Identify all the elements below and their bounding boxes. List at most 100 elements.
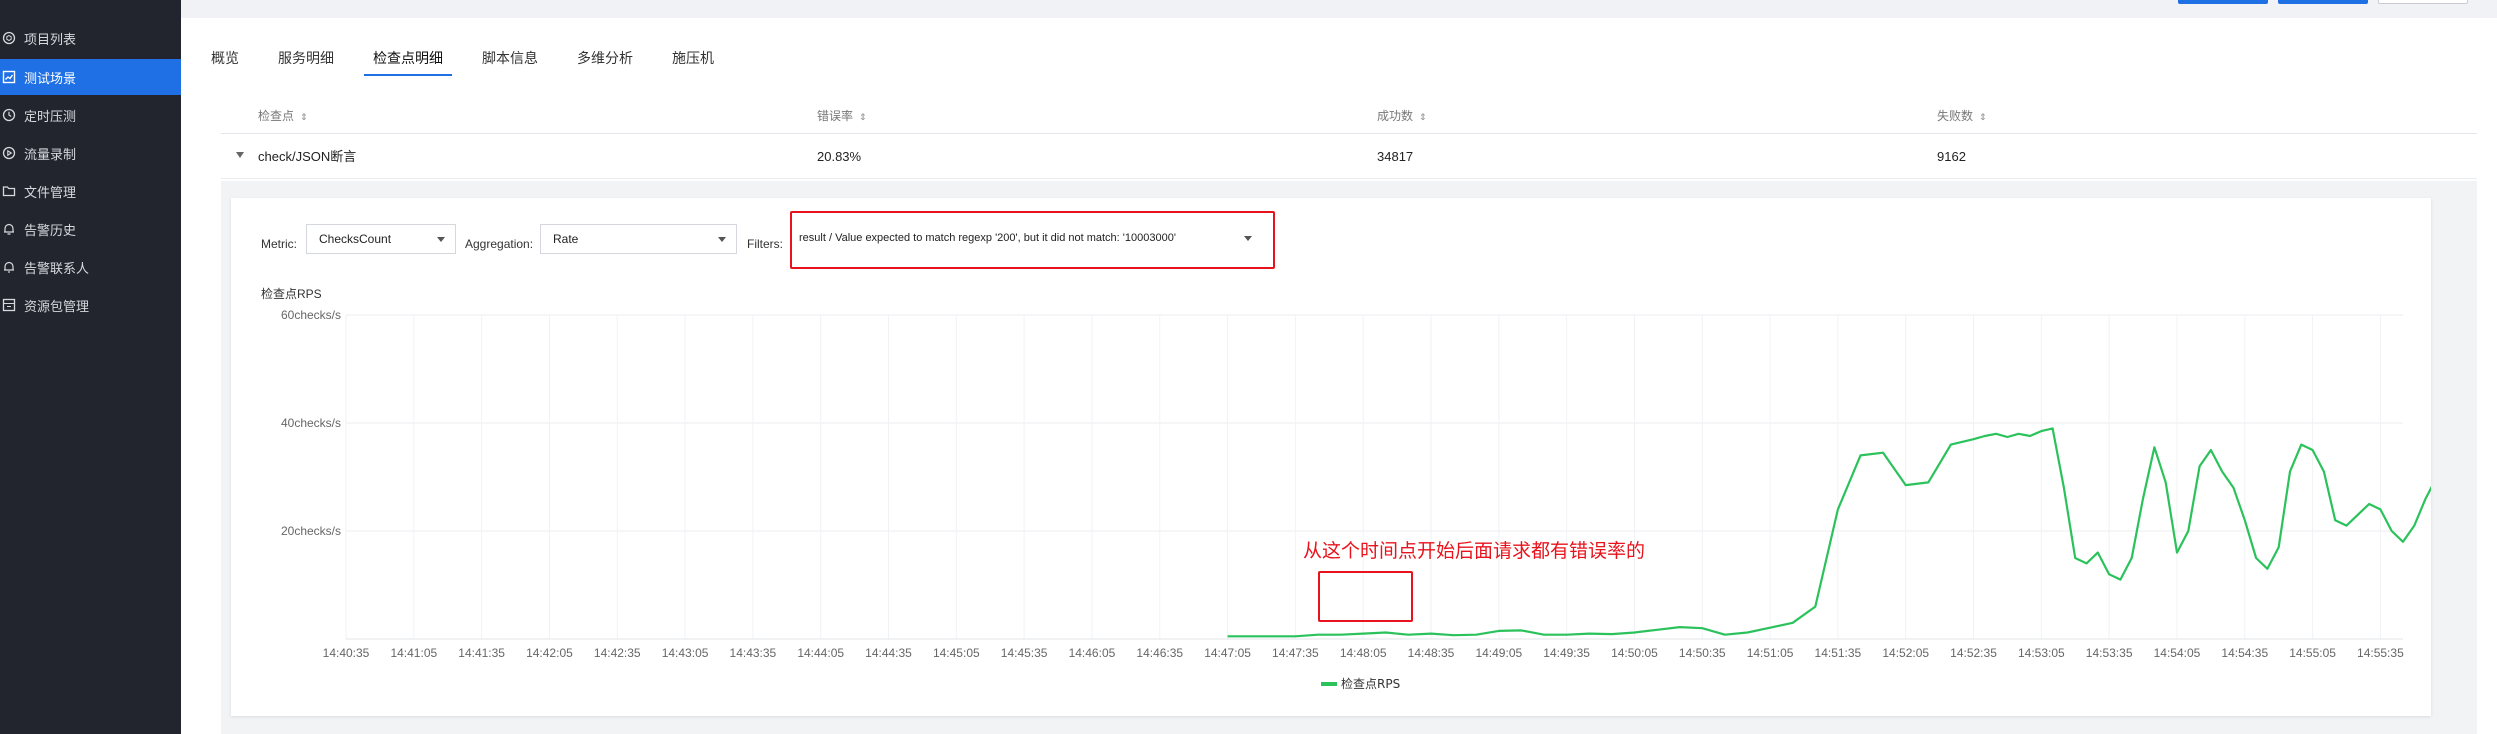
- x-tick-label: 14:51:05: [1747, 646, 1794, 660]
- bell-history-icon: [1, 221, 17, 237]
- expanded-row-detail: 60checks/s 40checks/s 20checks/s 14:40:35 14…: [221, 181, 2477, 734]
- sidebar-item-label: 告警联系人: [24, 260, 90, 276]
- tab-overview[interactable]: 概览: [211, 38, 239, 78]
- cell-fail-count: 9162: [1937, 149, 1966, 164]
- package-icon: [1, 297, 17, 313]
- sidebar-item-resource-package[interactable]: 资源包管理: [0, 287, 181, 323]
- sidebar-item-alert-history[interactable]: 告警历史: [0, 211, 181, 247]
- x-tick-label: 14:48:05: [1340, 646, 1387, 660]
- chevron-down-icon: [718, 237, 726, 242]
- x-tick-label: 14:52:35: [1950, 646, 1997, 660]
- expand-caret-icon[interactable]: [236, 152, 244, 158]
- tab-load-generators[interactable]: 施压机: [672, 38, 714, 78]
- sort-icon[interactable]: ⇕: [300, 112, 308, 122]
- x-tick-label: 14:45:35: [1001, 646, 1048, 660]
- sidebar-item-project-list[interactable]: 项目列表: [0, 20, 181, 56]
- table-row[interactable]: check/JSON断言 20.83% 34817 9162: [221, 134, 2477, 179]
- sidebar-item-label: 告警历史: [24, 222, 77, 238]
- y-tick-label: 20checks/s: [281, 524, 341, 538]
- aggregation-select[interactable]: Rate: [540, 224, 737, 254]
- filters-label: Filters:: [747, 237, 783, 251]
- x-tick-label: 14:54:35: [2221, 646, 2268, 660]
- x-tick-label: 14:49:35: [1543, 646, 1590, 660]
- tab-script-info[interactable]: 脚本信息: [482, 38, 538, 78]
- x-tick-label: 14:41:35: [458, 646, 505, 660]
- chart-board-icon: [1, 69, 17, 85]
- legend-label: 检查点RPS: [1341, 676, 1400, 691]
- sidebar-item-label: 流量录制: [24, 146, 77, 162]
- x-tick-label: 14:42:05: [526, 646, 573, 660]
- cell-checkpoint: check/JSON断言: [258, 149, 357, 164]
- main-panel: 概览 服务明细 检查点明细 脚本信息 多维分析 施压机 检查点 ⇕ 错误率 ⇕ 成功…: [181, 18, 2497, 734]
- x-tick-label: 14:55:05: [2289, 646, 2336, 660]
- toolbar-primary-button-2[interactable]: [2278, 0, 2368, 4]
- hexagon-icon: [1, 30, 17, 46]
- chevron-down-icon: [437, 237, 445, 242]
- rps-line-chart: 60checks/s 40checks/s 20checks/s 14:40:35 14…: [281, 308, 2431, 691]
- table-header: 检查点 ⇕ 错误率 ⇕ 成功数 ⇕ 失败数 ⇕: [221, 98, 2477, 134]
- x-tick-label: 14:44:05: [797, 646, 844, 660]
- detail-tabs: 概览 服务明细 检查点明细 脚本信息 多维分析 施压机: [211, 38, 753, 78]
- x-tick-label: 14:47:05: [1204, 646, 1251, 660]
- metric-label: Metric:: [261, 237, 297, 251]
- x-tick-label: 14:41:05: [390, 646, 437, 660]
- sort-icon[interactable]: ⇕: [1979, 112, 1987, 122]
- x-tick-label: 14:40:35: [323, 646, 370, 660]
- sidebar: 项目列表 测试场景 定时压测 流量录制 文件管理 告警历史 告警联系人 资源包管…: [0, 0, 181, 734]
- sidebar-item-label: 文件管理: [24, 184, 77, 200]
- column-header-fail[interactable]: 失败数 ⇕: [1937, 98, 1987, 134]
- sidebar-item-test-scenario[interactable]: 测试场景: [0, 59, 181, 95]
- toolbar-secondary-button[interactable]: [2378, 0, 2468, 4]
- x-tick-label: 14:49:05: [1475, 646, 1522, 660]
- toolbar-primary-button-1[interactable]: [2178, 0, 2268, 4]
- filters-highlight-box: [790, 211, 1275, 269]
- sidebar-item-traffic-recording[interactable]: 流量录制: [0, 135, 181, 171]
- x-tick-label: 14:53:05: [2018, 646, 2065, 660]
- x-tick-label: 14:54:05: [2154, 646, 2201, 660]
- column-header-success[interactable]: 成功数 ⇕: [1377, 98, 1427, 134]
- x-tick-label: 14:48:35: [1408, 646, 1455, 660]
- checkpoint-table: 检查点 ⇕ 错误率 ⇕ 成功数 ⇕ 失败数 ⇕ check/JSON断言 20.83% …: [221, 98, 2477, 179]
- column-header-error-rate[interactable]: 错误率 ⇕: [817, 98, 867, 134]
- top-toolbar: [181, 0, 2497, 18]
- sidebar-item-label: 测试场景: [24, 70, 77, 86]
- x-tick-label: 14:43:35: [730, 646, 777, 660]
- x-tick-label: 14:55:35: [2357, 646, 2404, 660]
- sidebar-item-file-management[interactable]: 文件管理: [0, 173, 181, 209]
- sidebar-item-scheduled[interactable]: 定时压测: [0, 97, 181, 133]
- time-highlight-box: [1318, 571, 1413, 622]
- sidebar-item-label: 资源包管理: [24, 298, 90, 314]
- contact-icon: [1, 259, 17, 275]
- chart-title: 检查点RPS: [261, 287, 322, 301]
- legend-swatch: [1321, 682, 1337, 686]
- x-tick-label: 14:45:05: [933, 646, 980, 660]
- x-tick-label: 14:43:05: [662, 646, 709, 660]
- y-tick-label: 60checks/s: [281, 308, 341, 322]
- cell-error-rate: 20.83%: [817, 149, 862, 164]
- x-tick-label: 14:52:05: [1882, 646, 1929, 660]
- annotation-text: 从这个时间点开始后面请求都有错误率的: [1303, 540, 1646, 562]
- sort-icon[interactable]: ⇕: [1419, 112, 1427, 122]
- chart-card: 60checks/s 40checks/s 20checks/s 14:40:35 14…: [231, 198, 2431, 716]
- tab-checkpoint-detail[interactable]: 检查点明细: [364, 38, 452, 78]
- sidebar-item-alert-contacts[interactable]: 告警联系人: [0, 249, 181, 285]
- cell-success-count: 34817: [1377, 149, 1414, 164]
- aggregation-label: Aggregation:: [465, 237, 534, 251]
- metric-select[interactable]: ChecksCount: [306, 224, 456, 254]
- x-tick-label: 14:47:35: [1272, 646, 1319, 660]
- sidebar-item-label: 定时压测: [24, 108, 77, 124]
- x-tick-label: 14:50:05: [1611, 646, 1658, 660]
- tab-service-detail[interactable]: 服务明细: [278, 38, 334, 78]
- x-tick-label: 14:42:35: [594, 646, 641, 660]
- column-header-checkpoint[interactable]: 检查点 ⇕: [258, 98, 308, 134]
- sort-icon[interactable]: ⇕: [859, 112, 867, 122]
- x-tick-label: 14:46:35: [1136, 646, 1183, 660]
- play-circle-icon: [1, 145, 17, 161]
- x-tick-label: 14:50:35: [1679, 646, 1726, 660]
- x-tick-label: 14:51:35: [1815, 646, 1862, 660]
- tab-multi-dim-analysis[interactable]: 多维分析: [577, 38, 633, 78]
- x-tick-label: 14:46:05: [1069, 646, 1116, 660]
- y-tick-label: 40checks/s: [281, 416, 341, 430]
- x-tick-label: 14:44:35: [865, 646, 912, 660]
- sidebar-item-label: 项目列表: [24, 31, 77, 47]
